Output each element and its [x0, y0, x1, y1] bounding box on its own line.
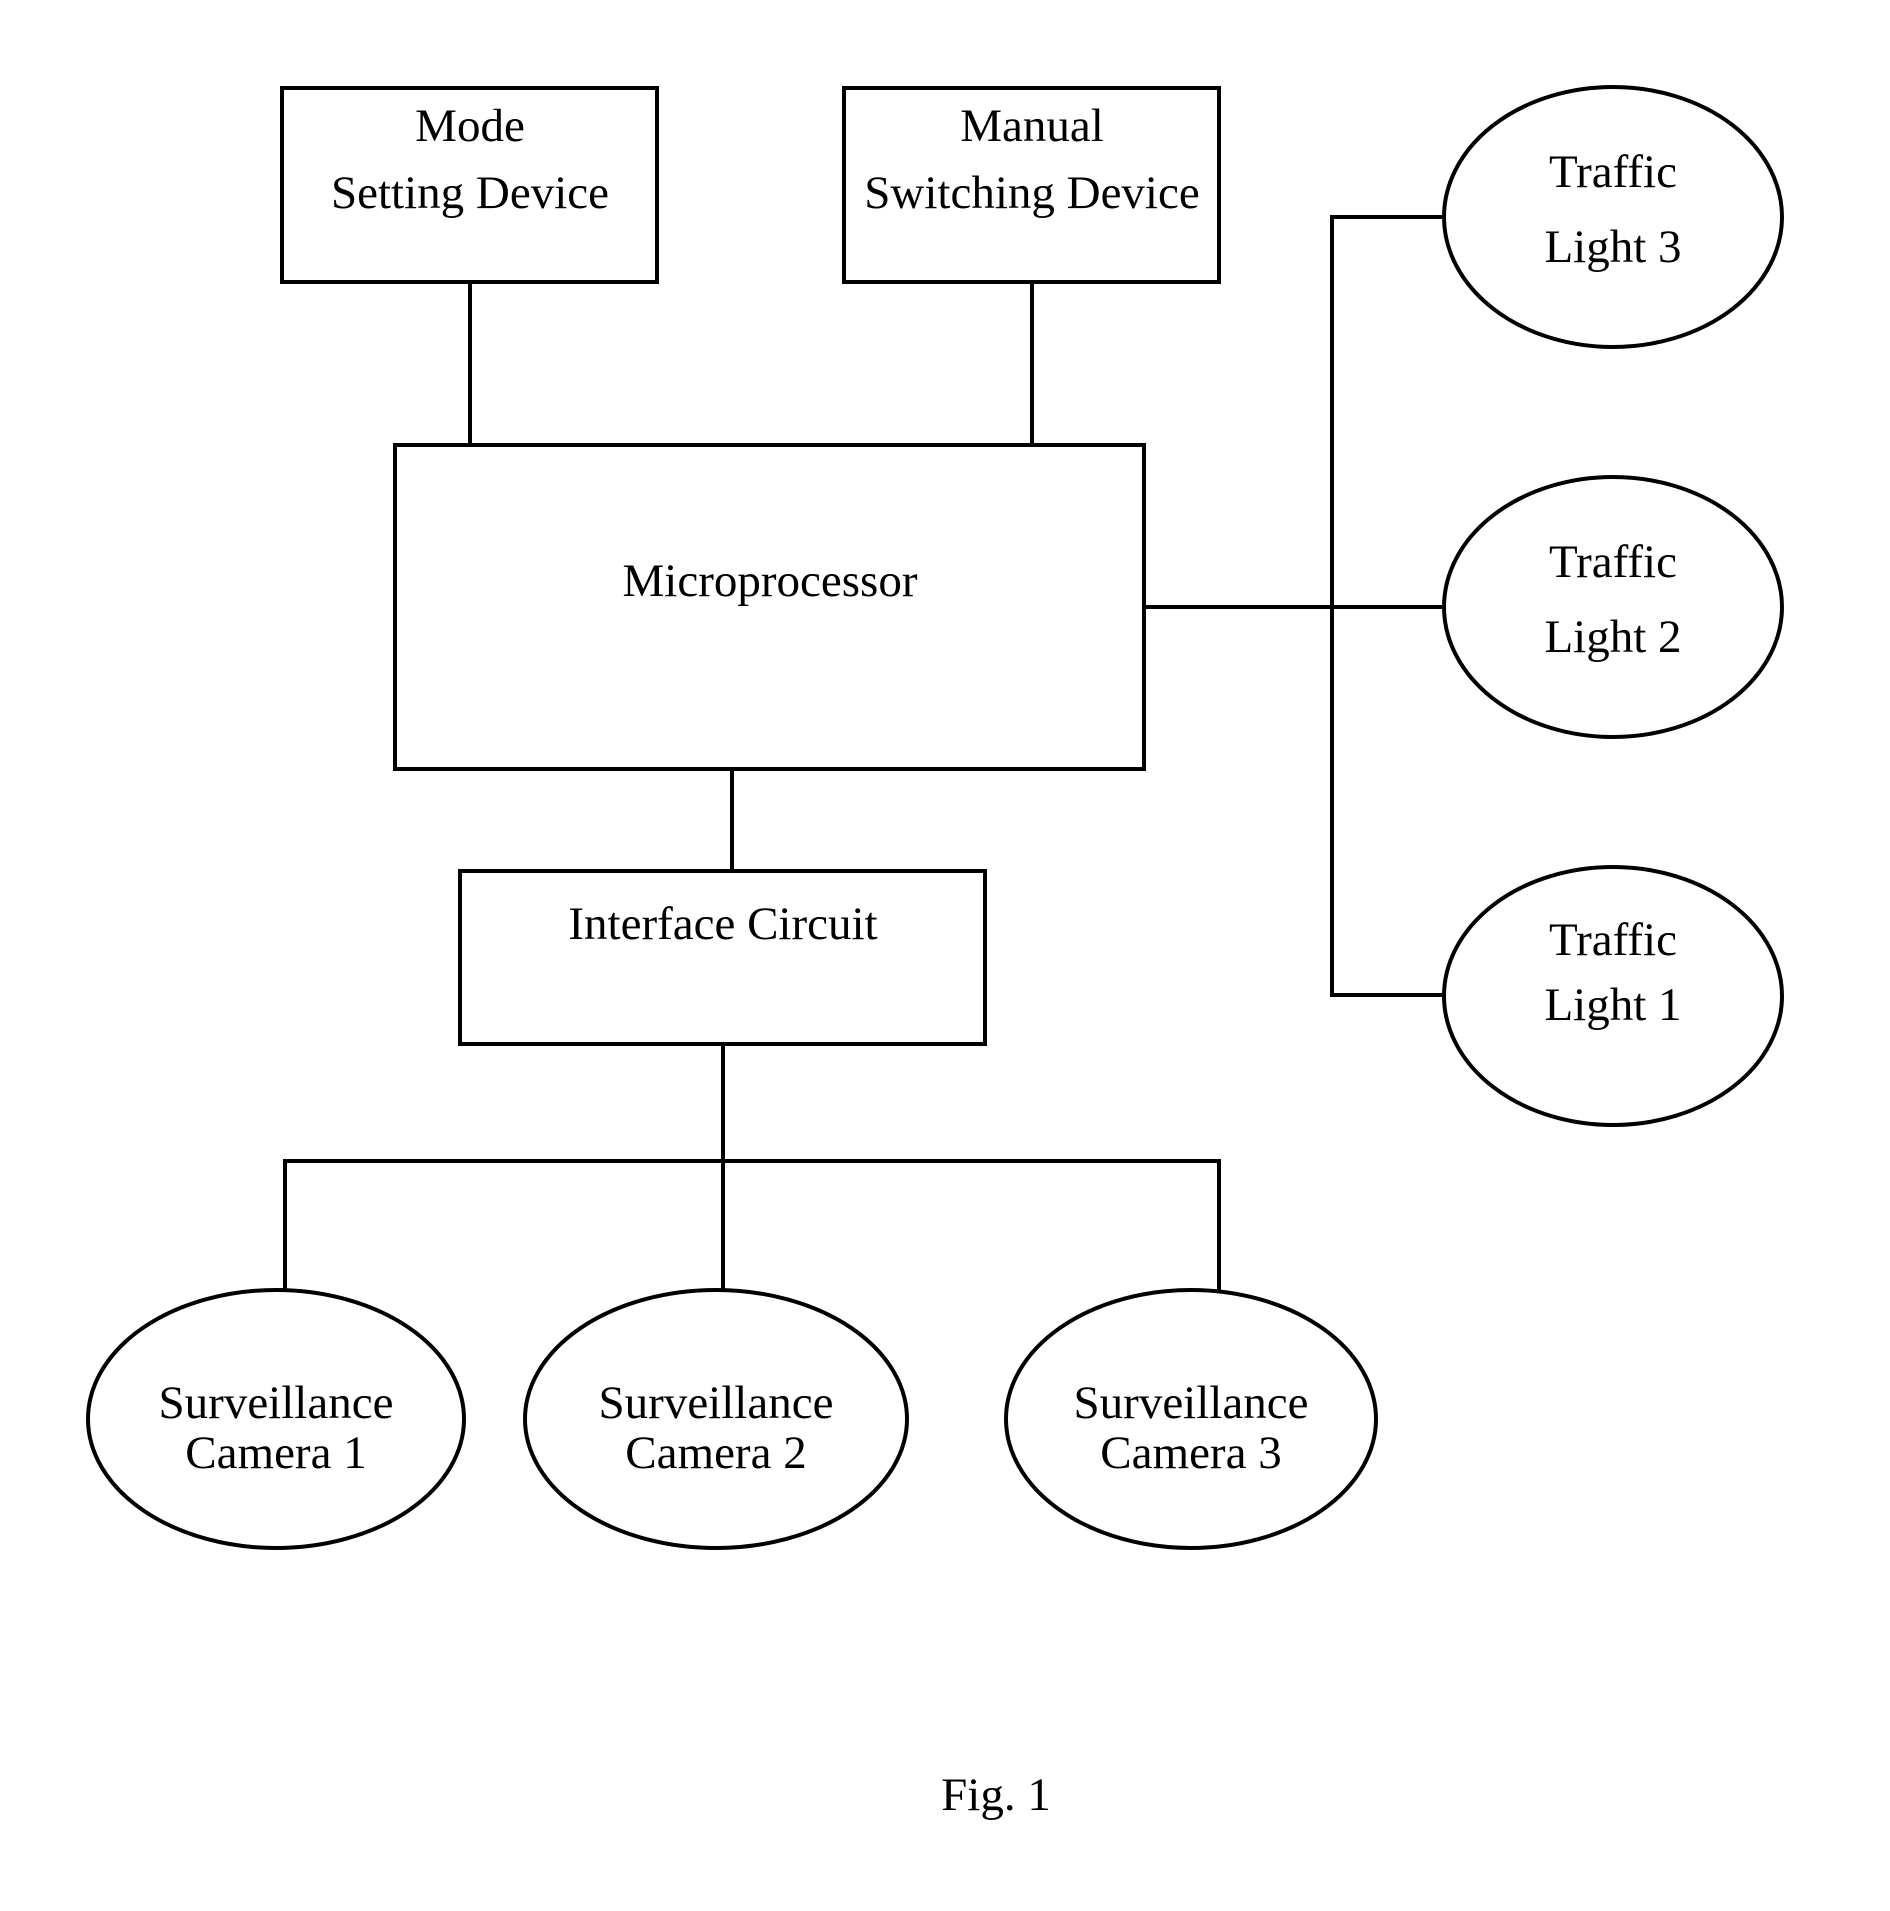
mode-setting-device-label-line-2: Setting Device [331, 167, 609, 219]
interface-circuit-node: Interface Circuit [458, 869, 987, 1046]
traffic-light-2-label-line-2: Light 2 [1544, 611, 1681, 663]
traffic-light-3-ellipse [1442, 85, 1784, 349]
traffic-light-2-label-line-1: Traffic [1549, 536, 1677, 588]
traffic-light-1-node: Traffic Light 1 [1442, 865, 1784, 1127]
block-diagram: Mode Setting Device Manual Switching Dev… [86, 85, 1784, 1821]
microprocessor-box [393, 443, 1146, 771]
figure-caption: Fig. 1 [941, 1769, 1051, 1821]
manual-switching-device-label-line-2: Switching Device [864, 167, 1199, 219]
surveillance-camera-3-node: Surveillance Camera 3 [1004, 1288, 1378, 1550]
mode-setting-device-label-line-1: Mode [415, 100, 525, 152]
microprocessor-label: Microprocessor [623, 555, 918, 607]
interface-circuit-box [458, 869, 987, 1046]
traffic-light-1-label-line-1: Traffic [1549, 914, 1677, 966]
manual-switching-device-node: Manual Switching Device [842, 86, 1221, 284]
surveillance-camera-1-label-line-2: Camera 1 [185, 1427, 366, 1479]
traffic-light-3-label-line-1: Traffic [1549, 146, 1677, 198]
traffic-light-3-node: Traffic Light 3 [1442, 85, 1784, 349]
manual-switching-device-label-line-1: Manual [960, 100, 1104, 152]
surveillance-camera-1-label-line-1: Surveillance [159, 1377, 394, 1429]
traffic-light-1-label-line-2: Light 1 [1544, 979, 1681, 1031]
surveillance-camera-3-label-line-1: Surveillance [1074, 1377, 1309, 1429]
traffic-light-3-label-line-2: Light 3 [1544, 221, 1681, 273]
surveillance-camera-2-node: Surveillance Camera 2 [523, 1288, 909, 1550]
mode-setting-device-node: Mode Setting Device [280, 86, 659, 284]
camera-bus [283, 1159, 1221, 1301]
surveillance-camera-1-node: Surveillance Camera 1 [86, 1288, 466, 1550]
microprocessor-node: Microprocessor [393, 443, 1146, 771]
traffic-light-2-ellipse [1442, 475, 1784, 739]
surveillance-camera-2-label-line-1: Surveillance [599, 1377, 834, 1429]
surveillance-camera-3-label-line-2: Camera 3 [1100, 1427, 1281, 1479]
surveillance-camera-2-label-line-2: Camera 2 [625, 1427, 806, 1479]
interface-circuit-label: Interface Circuit [568, 898, 877, 950]
traffic-light-2-node: Traffic Light 2 [1442, 475, 1784, 739]
